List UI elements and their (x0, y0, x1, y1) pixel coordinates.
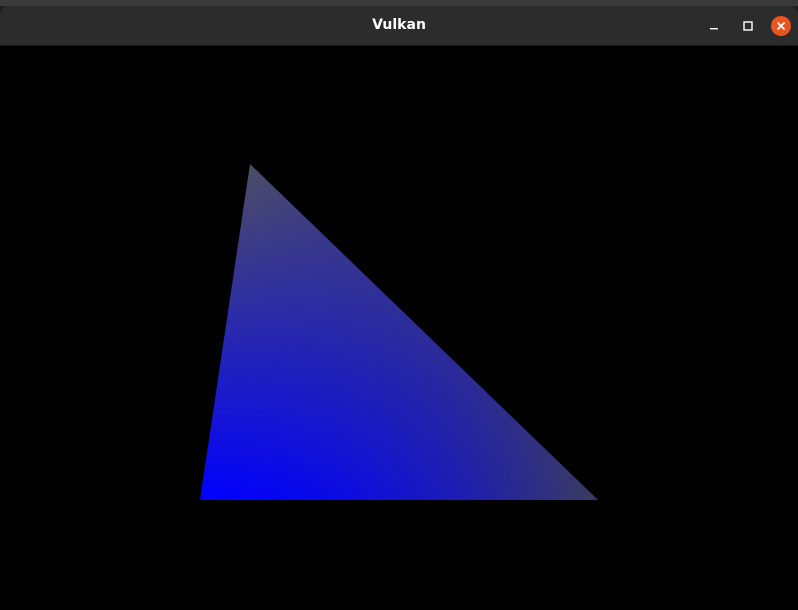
colored-triangle-shading (200, 164, 598, 500)
app-window: Vulkan (0, 6, 798, 610)
close-icon (777, 22, 785, 30)
minimize-button[interactable] (704, 16, 724, 36)
maximize-button[interactable] (738, 16, 758, 36)
maximize-icon (743, 21, 753, 31)
rendered-scene (200, 164, 598, 500)
render-viewport[interactable] (0, 46, 798, 610)
window-title: Vulkan (372, 17, 426, 33)
close-button[interactable] (771, 16, 791, 36)
minimize-icon (710, 28, 718, 30)
title-bar[interactable]: Vulkan (0, 6, 798, 46)
